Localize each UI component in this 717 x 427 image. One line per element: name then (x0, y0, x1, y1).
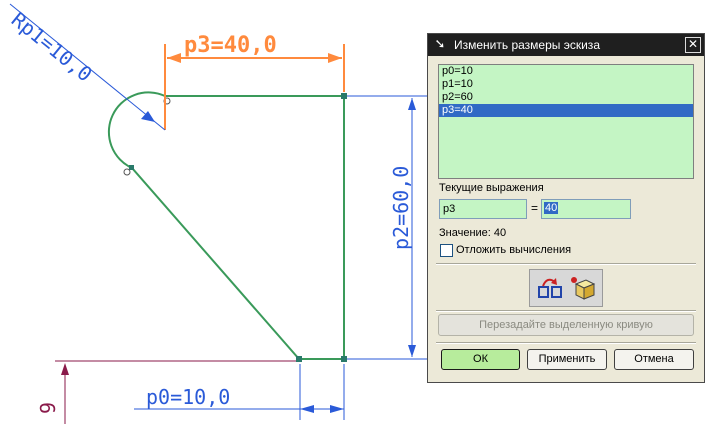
ok-button[interactable]: ОК (441, 349, 520, 370)
dimension-p3[interactable]: p3=40,0 (164, 33, 345, 130)
current-expressions-label: Текущие выражения (439, 182, 544, 194)
arrow-cursor-icon: ➘ (434, 37, 446, 52)
dialog-titlebar[interactable]: ➘ Изменить размеры эскиза ✕ (428, 34, 704, 56)
expression-name-field[interactable]: p3 (439, 199, 527, 219)
divider (436, 342, 696, 344)
list-item[interactable]: p2=60 (439, 91, 693, 104)
vertex-top-right[interactable] (341, 93, 347, 99)
list-item[interactable]: p0=10 (439, 65, 693, 78)
cube-view-button[interactable] (568, 274, 598, 302)
dimension-p0[interactable]: p0=10,0 (134, 385, 344, 413)
divider (436, 310, 696, 312)
dimension-p0-label: p0=10,0 (146, 385, 230, 409)
cube-icon (571, 277, 596, 300)
reattach-icon (538, 278, 562, 298)
equals-sign: = (531, 201, 539, 215)
tool-button-group (529, 269, 603, 307)
sketch-profile[interactable] (107, 91, 345, 360)
cancel-button[interactable]: Отмена (614, 349, 694, 370)
vertex-arc-end[interactable] (129, 165, 134, 170)
value-readout: Значение: 40 (439, 227, 507, 239)
close-icon: ✕ (687, 37, 699, 51)
edit-sketch-dimensions-dialog: ➘ Изменить размеры эскиза ✕ p0=10 p1=10 … (427, 33, 705, 383)
extension-lines (299, 95, 430, 420)
dimension-rp1-label: Rp1=10,0 (7, 7, 97, 86)
dimension-p2[interactable]: p2=60,0 (389, 98, 416, 357)
dialog-title: Изменить размеры эскиза (454, 38, 600, 52)
expression-value-field[interactable]: 40 (541, 199, 631, 219)
dimension-p3-label: p3=40,0 (184, 33, 277, 58)
defer-evaluation-checkbox[interactable] (440, 244, 453, 257)
vertex-bottom-left[interactable] (296, 356, 302, 362)
defer-evaluation-label: Отложить вычисления (456, 244, 572, 256)
list-item-selected[interactable]: p3=40 (439, 104, 693, 117)
datum-label: 9 (36, 402, 60, 414)
value-selected-text: 40 (544, 202, 559, 214)
dimension-p2-label: p2=60,0 (389, 166, 413, 250)
datum-arrow (61, 363, 69, 375)
divider (436, 263, 696, 265)
close-button[interactable]: ✕ (685, 37, 701, 53)
expressions-list[interactable]: p0=10 p1=10 p2=60 p3=40 (438, 64, 694, 179)
list-item[interactable]: p1=10 (439, 78, 693, 91)
vertex-bottom-right[interactable] (341, 356, 347, 362)
reselect-curve-button[interactable]: Перезадайте выделенную кривую (438, 314, 694, 336)
arc-center-marker (123, 168, 131, 176)
dimension-rp1[interactable]: Rp1=10,0 (7, 3, 166, 131)
reattach-button[interactable] (535, 274, 565, 302)
apply-button[interactable]: Применить (527, 349, 607, 370)
